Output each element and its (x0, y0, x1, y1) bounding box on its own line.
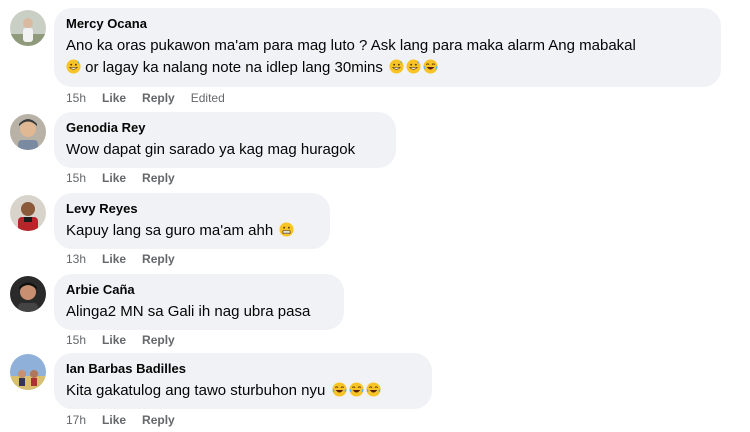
edited-label: Edited (190, 91, 225, 105)
avatar[interactable] (10, 276, 46, 312)
grinning-sweat-emoji-icon (66, 59, 81, 74)
comment-bubble: Arbie Caña Alinga2 MN sa Gali ih nag ubr… (54, 274, 344, 330)
comment-text: Ano ka oras pukawon ma'am para mag luto … (66, 35, 709, 56)
tears-of-joy-emoji-icon (366, 382, 381, 397)
reply-button[interactable]: Reply (142, 251, 175, 267)
comment-text-line1: Ano ka oras pukawon ma'am para mag luto … (66, 37, 636, 54)
comment-timestamp[interactable]: 15h (66, 332, 86, 348)
comment-timestamp[interactable]: 15h (66, 170, 86, 186)
like-button[interactable]: Like (102, 251, 126, 267)
tears-of-joy-emoji-icon (423, 59, 438, 74)
comment-timestamp[interactable]: 17h (66, 412, 86, 428)
commenter-name[interactable]: Ian Barbas Badilles (66, 361, 420, 377)
comment-actions: 15h Like Reply (66, 170, 191, 186)
comment-actions: 15h Like Reply (66, 332, 191, 348)
comment-bubble: Mercy Ocana Ano ka oras pukawon ma'am pa… (54, 8, 721, 87)
comment-text-row: Kapuy lang sa guro ma'am ahh (66, 220, 318, 241)
grinning-sweat-emoji-icon (406, 59, 421, 74)
reply-button[interactable]: Reply (142, 170, 175, 186)
commenter-name[interactable]: Genodia Rey (66, 120, 384, 136)
reply-button[interactable]: Reply (142, 412, 175, 428)
comment-text-line2: or lagay ka nalang note na idlep lang 30… (81, 59, 388, 76)
comment-actions: 17h Like Reply (66, 412, 191, 428)
avatar[interactable] (10, 354, 46, 390)
comment-text-row: Kita gakatulog ang tawo sturbuhon nyu (66, 380, 420, 401)
like-button[interactable]: Like (102, 90, 126, 106)
comment-text: Wow dapat gin sarado ya kag mag huragok (66, 141, 356, 158)
commenter-name[interactable]: Arbie Caña (66, 282, 332, 298)
comment-bubble: Ian Barbas Badilles Kita gakatulog ang t… (54, 353, 432, 409)
comment-actions: 15h Like Reply Edited (66, 90, 241, 106)
tears-of-joy-emoji-icon (332, 382, 347, 397)
avatar[interactable] (10, 10, 46, 46)
comment-bubble: Genodia Rey Wow dapat gin sarado ya kag … (54, 112, 396, 168)
comment-timestamp[interactable]: 15h (66, 90, 86, 106)
tears-of-joy-emoji-icon (349, 382, 364, 397)
like-button[interactable]: Like (102, 170, 126, 186)
reply-button[interactable]: Reply (142, 332, 175, 348)
like-button[interactable]: Like (102, 332, 126, 348)
like-button[interactable]: Like (102, 412, 126, 428)
commenter-name[interactable]: Mercy Ocana (66, 16, 709, 32)
grimacing-emoji-icon (279, 222, 294, 237)
avatar[interactable] (10, 114, 46, 150)
commenter-name[interactable]: Levy Reyes (66, 201, 318, 217)
comment-text: Kita gakatulog ang tawo sturbuhon nyu (66, 382, 330, 399)
grinning-sweat-emoji-icon (389, 59, 404, 74)
reply-button[interactable]: Reply (142, 90, 175, 106)
comment-text: Alinga2 MN sa Gali ih nag ubra pasa (66, 303, 311, 320)
comment-actions: 13h Like Reply (66, 251, 191, 267)
avatar[interactable] (10, 195, 46, 231)
comment-timestamp[interactable]: 13h (66, 251, 86, 267)
comment-text-line2-row: or lagay ka nalang note na idlep lang 30… (66, 57, 709, 78)
comment-text: Kapuy lang sa guro ma'am ahh (66, 222, 278, 239)
comment-bubble: Levy Reyes Kapuy lang sa guro ma'am ahh (54, 193, 330, 249)
